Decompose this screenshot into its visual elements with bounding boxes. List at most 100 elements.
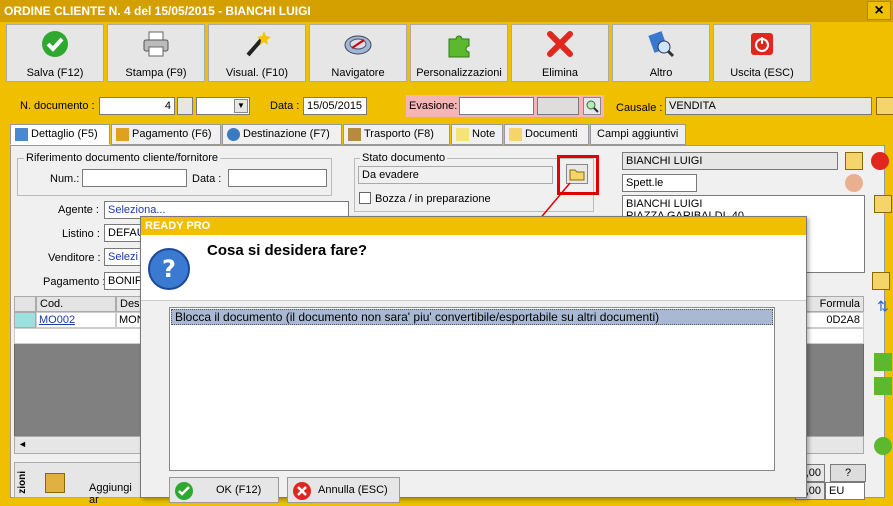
rif-num-input[interactable]	[82, 169, 187, 187]
salutation-input[interactable]: Spett.le	[622, 174, 697, 192]
currency-field[interactable]: EU	[825, 482, 865, 500]
tab-note[interactable]: Note	[451, 124, 503, 145]
pagamento-label: Pagamento :	[43, 276, 106, 288]
altro-icon	[648, 31, 675, 58]
checkmark-icon	[175, 482, 193, 500]
dialog-header: ? Cosa si desidera fare?	[141, 235, 806, 301]
list-icon	[15, 128, 28, 141]
window-title-bar: ORDINE CLIENTE N. 4 del 15/05/2015 - BIA…	[0, 0, 893, 22]
compass-icon	[344, 35, 372, 55]
dialog-option-blocca[interactable]: Blocca il documento (il documento non sa…	[171, 309, 773, 325]
navigator-button[interactable]: Navigatore	[309, 24, 407, 82]
refresh-icon[interactable]	[874, 437, 892, 455]
tab-dettaglio[interactable]: Dettaglio (F5)	[10, 124, 110, 145]
side-label: zioni	[17, 471, 28, 494]
other-label: Altro	[649, 67, 673, 79]
doc-series-select[interactable]: ▼	[196, 97, 250, 115]
doc-number-suffix[interactable]	[177, 97, 193, 115]
venditore-label: Venditore :	[48, 252, 101, 264]
arrow-up-icon[interactable]	[874, 353, 892, 371]
tab-trasporto[interactable]: Trasporto (F8)	[343, 124, 450, 145]
doc-number-label: N. documento :	[20, 100, 95, 112]
scroll-left-icon[interactable]: ◄	[18, 439, 27, 449]
close-icon[interactable]	[871, 152, 889, 170]
stato-folder-button[interactable]	[566, 164, 588, 184]
save-button[interactable]: Salva (F12)	[6, 24, 104, 82]
dialog-options-list[interactable]: Blocca il documento (il documento non sa…	[169, 307, 775, 471]
bozza-checkbox[interactable]	[359, 192, 371, 204]
power-icon	[751, 33, 773, 55]
customizations-label: Personalizzazioni	[416, 67, 502, 79]
folder-icon[interactable]	[874, 195, 892, 213]
zoom-icon[interactable]	[583, 97, 601, 115]
address-line-1: BIANCHI LUIGI	[626, 198, 703, 210]
magic-wand-icon	[246, 31, 271, 57]
folder-icon[interactable]	[872, 272, 890, 290]
evasione-input[interactable]	[459, 97, 534, 115]
save-label: Salva (F12)	[26, 67, 84, 79]
listino-select[interactable]: DEFAU	[104, 224, 145, 242]
evasione-extra[interactable]	[537, 97, 579, 115]
person-icon[interactable]	[845, 174, 863, 192]
tab-label: Campi aggiuntivi	[597, 128, 679, 140]
delete-x-icon	[547, 31, 573, 57]
ready-pro-dialog: READY PRO ? Cosa si desidera fare? Blocc…	[140, 216, 807, 503]
row-indicator[interactable]	[14, 312, 36, 328]
arrow-down-icon[interactable]	[874, 377, 892, 395]
print-label: Stampa (F9)	[125, 67, 187, 79]
note-icon	[456, 128, 469, 141]
rif-date-input[interactable]	[228, 169, 327, 187]
tab-destinazione[interactable]: Destinazione (F7)	[222, 124, 342, 145]
folder-icon[interactable]	[845, 152, 863, 170]
ok-button[interactable]: OK (F12)	[169, 477, 279, 503]
customer-name[interactable]: BIANCHI LUIGI	[622, 152, 838, 170]
stato-value: Da evadere	[358, 166, 553, 184]
chevron-down-icon: ▼	[234, 99, 248, 113]
evasione-label: Evasione:	[409, 100, 458, 112]
tab-label: Note	[472, 128, 496, 140]
truck-icon	[348, 128, 361, 141]
causale-input[interactable]: VENDITA	[665, 97, 872, 115]
tab-documenti[interactable]: Documenti	[504, 124, 589, 145]
preview-button[interactable]: Visual. (F10)	[208, 24, 306, 82]
tab-pagamento[interactable]: Pagamento (F6)	[111, 124, 221, 145]
help-field[interactable]: ?	[830, 464, 866, 482]
exit-label: Uscita (ESC)	[730, 67, 794, 79]
tab-label: Trasporto (F8)	[364, 128, 434, 140]
folder-icon[interactable]	[876, 97, 893, 115]
dialog-title: READY PRO	[141, 217, 806, 235]
row-formula[interactable]: 0D2A8	[806, 312, 864, 328]
other-button[interactable]: Altro	[612, 24, 710, 82]
grid-corner	[14, 296, 36, 312]
tab-label: Dettaglio (F5)	[31, 128, 98, 140]
tab-campi-aggiuntivi[interactable]: Campi aggiuntivi	[590, 124, 686, 145]
arrow-up-blue-icon[interactable]: ⇅	[874, 298, 892, 316]
checkmark-icon	[42, 31, 68, 57]
grid-header-formula[interactable]: Formula	[806, 296, 864, 312]
exit-button[interactable]: Uscita (ESC)	[713, 24, 811, 82]
svg-text:?: ?	[162, 255, 176, 283]
folder-icon	[509, 128, 522, 141]
tab-label: Destinazione (F7)	[243, 128, 330, 140]
stato-group-label: Stato documento	[360, 152, 448, 164]
empty-row[interactable]	[14, 328, 146, 344]
date-input[interactable]: 15/05/2015	[303, 97, 367, 115]
add-article-label[interactable]: Aggiungi ar	[89, 482, 143, 506]
row-code[interactable]: MO002	[36, 312, 116, 328]
delete-button[interactable]: Elimina	[511, 24, 609, 82]
grid-header-code[interactable]: Cod.	[36, 296, 116, 312]
add-article-area: zioni Aggiungi ar	[14, 462, 144, 506]
delete-label: Elimina	[541, 67, 579, 79]
tab-label: Pagamento (F6)	[132, 128, 212, 140]
cancel-button[interactable]: Annulla (ESC)	[287, 477, 400, 503]
venditore-select[interactable]: Selezi	[104, 248, 144, 266]
cancel-icon	[293, 482, 311, 500]
box-add-icon	[45, 473, 65, 493]
customizations-button[interactable]: Personalizzazioni	[410, 24, 508, 82]
rif-group-label: Riferimento documento cliente/fornitore	[24, 152, 220, 164]
print-button[interactable]: Stampa (F9)	[107, 24, 205, 82]
window-close-button[interactable]: ×	[867, 1, 891, 20]
empty-row-formula[interactable]	[806, 328, 864, 344]
doc-number-input[interactable]: 4	[99, 97, 175, 115]
pagamento-select[interactable]: BONIF	[104, 272, 144, 290]
